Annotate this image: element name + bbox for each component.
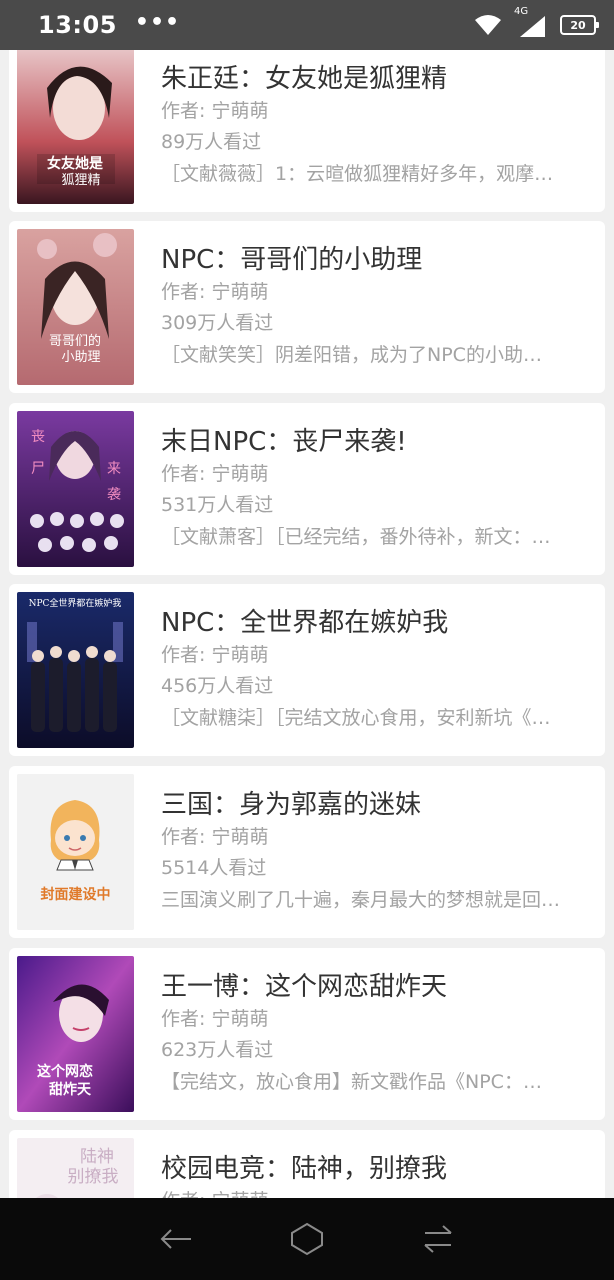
book-card[interactable]: 女友她是 狐狸精 朱正廷：女友她是狐狸精 作者: 宁萌萌 89万人看过 ［文献薇…: [9, 50, 605, 212]
more-notifications-icon: •••: [134, 9, 181, 35]
book-card[interactable]: 丧 尸 来 袭 末日NPC：丧尸来袭! 作者: 宁萌萌 531万人看过 ［文献萧…: [9, 403, 605, 575]
book-author: 作者: 宁萌萌: [161, 826, 269, 848]
book-author: 作者: 宁萌萌: [161, 100, 269, 122]
book-title[interactable]: 三国：身为郭嘉的迷妹: [161, 788, 591, 822]
recents-icon: [424, 1225, 452, 1253]
svg-text:女友她是: 女友她是: [47, 155, 104, 172]
book-author: 作者: 宁萌萌: [161, 281, 269, 303]
battery-level: 20: [570, 18, 586, 32]
recents-button[interactable]: [418, 1219, 458, 1259]
book-title[interactable]: 末日NPC：丧尸来袭!: [161, 425, 591, 459]
book-views: 5514人看过: [161, 857, 267, 879]
book-title[interactable]: 王一博：这个网恋甜炸天: [161, 970, 591, 1004]
home-button[interactable]: [287, 1219, 327, 1259]
book-views: 309万人看过: [161, 312, 274, 334]
svg-text:小助理: 小助理: [61, 350, 100, 365]
book-cover[interactable]: 这个网恋 甜炸天: [17, 956, 134, 1112]
svg-text:别撩我: 别撩我: [68, 1167, 119, 1187]
svg-text:哥哥们的: 哥哥们的: [49, 333, 101, 349]
book-author: 作者: 宁萌萌: [161, 1008, 269, 1030]
home-icon: [290, 1222, 323, 1256]
book-cover-placeholder[interactable]: 封面建设中: [17, 774, 134, 930]
back-icon: [160, 1229, 191, 1249]
svg-text:这个网恋: 这个网恋: [37, 1063, 93, 1080]
book-views: 456万人看过: [161, 675, 274, 697]
svg-text:尸: 尸: [31, 461, 45, 477]
book-cover[interactable]: 陆神 别撩我: [17, 1138, 134, 1198]
book-author: 作者: 宁萌萌: [161, 1186, 591, 1198]
book-intro: ［文献糖柒］［完结文放心食用，安利新坑《…: [161, 707, 551, 729]
svg-text:狐狸精: 狐狸精: [61, 173, 100, 188]
book-intro: 【完结文，放心食用】新文戳作品《NPC：…: [161, 1071, 542, 1093]
svg-text:NPC全世界都在嫉妒我: NPC全世界都在嫉妒我: [29, 597, 122, 609]
book-intro: ［文献薇薇］1：云暄做狐狸精好多年，观摩…: [161, 163, 554, 185]
status-time: 13:05: [38, 11, 117, 39]
book-views: 623万人看过: [161, 1039, 274, 1061]
svg-text:丧: 丧: [31, 429, 45, 445]
book-views: 531万人看过: [161, 494, 274, 516]
book-title[interactable]: NPC：全世界都在嫉妒我: [161, 606, 591, 640]
svg-text:来: 来: [107, 461, 121, 477]
book-intro: 三国演义刷了几十遍，秦月最大的梦想就是回…: [161, 889, 561, 911]
book-card[interactable]: 这个网恋 甜炸天 王一博：这个网恋甜炸天 作者: 宁萌萌 623万人看过 【完结…: [9, 948, 605, 1120]
status-bar: 13:05 ••• 4G 20: [0, 0, 614, 50]
book-intro: ［文献萧客］［已经完结，番外待补，新文：…: [161, 526, 551, 548]
navigation-bar: [0, 1198, 614, 1280]
cover-placeholder-text: 封面建设中: [40, 887, 111, 903]
svg-text:甜炸天: 甜炸天: [49, 1081, 92, 1098]
book-intro: ［文献笑笑］阴差阳错，成为了NPC的小助…: [161, 344, 542, 366]
book-card[interactable]: 哥哥们的 小助理 NPC：哥哥们的小助理 作者: 宁萌萌 309万人看过 ［文献…: [9, 221, 605, 393]
book-cover[interactable]: 哥哥们的 小助理: [17, 229, 134, 385]
book-card[interactable]: 陆神 别撩我 校园电竞：陆神，别撩我 作者: 宁萌萌: [9, 1130, 605, 1198]
back-button[interactable]: [156, 1219, 196, 1259]
book-cover[interactable]: NPC全世界都在嫉妒我: [17, 592, 134, 748]
network-type: 4G: [514, 6, 529, 17]
wifi-icon: [475, 15, 501, 35]
book-list[interactable]: 女友她是 狐狸精 朱正廷：女友她是狐狸精 作者: 宁萌萌 89万人看过 ［文献薇…: [0, 50, 614, 1198]
book-title[interactable]: 朱正廷：女友她是狐狸精: [161, 62, 591, 96]
book-views: 89万人看过: [161, 131, 262, 153]
book-author: 作者: 宁萌萌: [161, 644, 269, 666]
book-title[interactable]: NPC：哥哥们的小助理: [161, 243, 591, 277]
book-cover[interactable]: 女友她是 狐狸精: [17, 50, 134, 204]
book-author: 作者: 宁萌萌: [161, 463, 269, 485]
book-title[interactable]: 校园电竞：陆神，别撩我: [161, 1152, 591, 1186]
book-card[interactable]: 封面建设中 三国：身为郭嘉的迷妹 作者: 宁萌萌 5514人看过 三国演义刷了几…: [9, 766, 605, 938]
cell-signal-icon: 4G: [514, 6, 546, 38]
svg-text:陆神: 陆神: [80, 1147, 114, 1167]
book-cover[interactable]: 丧 尸 来 袭: [17, 411, 134, 567]
book-card[interactable]: NPC全世界都在嫉妒我 NPC：全世界都在嫉妒我 作者: 宁萌萌 456万人看过…: [9, 584, 605, 756]
svg-text:袭: 袭: [107, 487, 121, 503]
battery-icon: 20: [560, 15, 599, 35]
